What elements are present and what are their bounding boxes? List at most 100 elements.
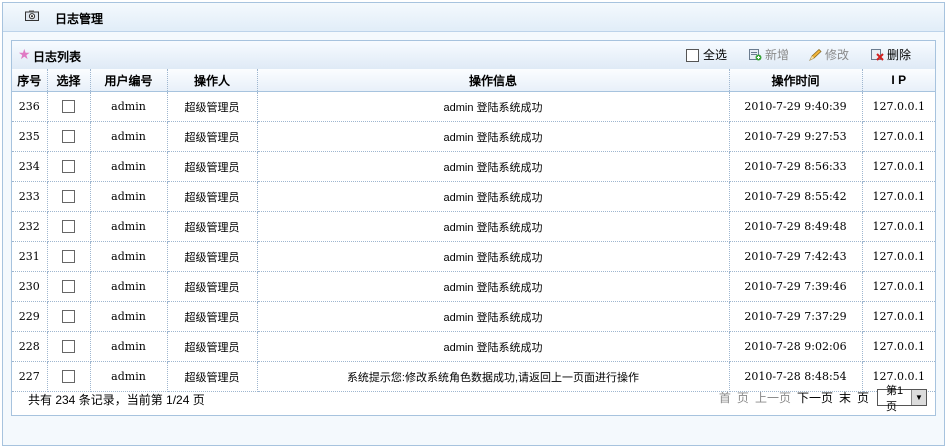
cell-id: 233: [12, 181, 48, 212]
cell-ip: 127.0.0.1: [862, 301, 935, 332]
panel-header: ★ 日志列表 全选 新增 修改 删除: [12, 41, 935, 70]
cell-select[interactable]: [47, 121, 91, 152]
cell-select[interactable]: [47, 241, 91, 272]
add-icon: [749, 49, 762, 61]
chevron-down-icon[interactable]: ▼: [911, 390, 926, 405]
cell-ip: 127.0.0.1: [862, 331, 935, 362]
panel-title: 日志列表: [33, 50, 82, 64]
pager: 首 页 上一页 下一页 末 页 第1页 ▼: [713, 385, 927, 413]
column-header-info[interactable]: 操作信息: [257, 69, 730, 92]
cell-select[interactable]: [47, 271, 91, 302]
cell-user: admin: [90, 151, 168, 182]
row-checkbox[interactable]: [62, 250, 75, 264]
cell-select[interactable]: [47, 211, 91, 242]
add-button[interactable]: 新增: [749, 47, 789, 63]
edit-button[interactable]: 修改: [809, 47, 849, 63]
cell-info: admin 登陆系统成功: [257, 151, 730, 182]
first-page-link[interactable]: 首: [719, 389, 731, 406]
cell-info: admin 登陆系统成功: [257, 271, 730, 302]
page-select[interactable]: 第1页 ▼: [877, 385, 927, 413]
pencil-icon: [809, 49, 822, 61]
cell-ip: 127.0.0.1: [862, 241, 935, 272]
cell-time: 2010-7-29 7:42:43: [729, 241, 863, 272]
page-select-value: 第1页: [886, 384, 904, 413]
cell-time: 2010-7-29 7:37:29: [729, 301, 863, 332]
next-page-link[interactable]: 下一页: [797, 389, 833, 406]
prev-page-link[interactable]: 上一页: [755, 389, 791, 406]
cell-id: 228: [12, 331, 48, 362]
last-page-link[interactable]: 末: [839, 389, 851, 406]
cell-user: admin: [90, 211, 168, 242]
cell-info: admin 登陆系统成功: [257, 121, 730, 152]
log-management-window: 日志管理 ★ 日志列表 全选 新增 修改 删除 序号 选择 用户编号 操作人 操…: [2, 2, 945, 446]
row-checkbox[interactable]: [62, 130, 75, 144]
cell-time: 2010-7-29 8:56:33: [729, 151, 863, 182]
table-row[interactable]: 232 admin 超级管理员 admin 登陆系统成功 2010-7-29 8…: [12, 211, 935, 242]
cell-select[interactable]: [47, 151, 91, 182]
cell-operator: 超级管理员: [167, 181, 258, 212]
cell-user: admin: [90, 241, 168, 272]
log-list-panel: ★ 日志列表 全选 新增 修改 删除 序号 选择 用户编号 操作人 操作信息 操…: [11, 40, 936, 416]
cell-operator: 超级管理员: [167, 151, 258, 182]
cell-time: 2010-7-29 7:39:46: [729, 271, 863, 302]
cell-user: admin: [90, 91, 168, 122]
cell-id: 230: [12, 271, 48, 302]
cell-user: admin: [90, 271, 168, 302]
page-title: 日志管理: [55, 12, 104, 26]
cell-select[interactable]: [47, 181, 91, 212]
cell-select[interactable]: [47, 91, 91, 122]
cell-time: 2010-7-28 9:02:06: [729, 331, 863, 362]
cell-ip: 127.0.0.1: [862, 181, 935, 212]
select-all-control[interactable]: 全选: [686, 47, 727, 63]
cell-id: 235: [12, 121, 48, 152]
table-row[interactable]: 236 admin 超级管理员 admin 登陆系统成功 2010-7-29 9…: [12, 91, 935, 122]
cell-select[interactable]: [47, 331, 91, 362]
last-page-suffix: 页: [856, 391, 869, 405]
column-header-user-id[interactable]: 用户编号: [90, 69, 168, 92]
column-header-operator[interactable]: 操作人: [167, 69, 258, 92]
cell-operator: 超级管理员: [167, 271, 258, 302]
delete-icon: [871, 49, 884, 61]
table-row[interactable]: 235 admin 超级管理员 admin 登陆系统成功 2010-7-29 9…: [12, 121, 935, 152]
cell-id: 231: [12, 241, 48, 272]
row-checkbox[interactable]: [62, 160, 75, 174]
table-row[interactable]: 230 admin 超级管理员 admin 登陆系统成功 2010-7-29 7…: [12, 271, 935, 302]
table-row[interactable]: 228 admin 超级管理员 admin 登陆系统成功 2010-7-28 9…: [12, 331, 935, 362]
table-row[interactable]: 234 admin 超级管理员 admin 登陆系统成功 2010-7-29 8…: [12, 151, 935, 182]
cell-operator: 超级管理员: [167, 211, 258, 242]
table-row[interactable]: 233 admin 超级管理员 admin 登陆系统成功 2010-7-29 8…: [12, 181, 935, 212]
cell-id: 232: [12, 211, 48, 242]
row-checkbox[interactable]: [62, 100, 75, 114]
row-checkbox[interactable]: [62, 340, 75, 354]
select-all-checkbox[interactable]: [686, 48, 699, 62]
edit-label: 修改: [825, 48, 850, 62]
cell-select[interactable]: [47, 301, 91, 332]
cell-time: 2010-7-29 9:27:53: [729, 121, 863, 152]
table-row[interactable]: 231 admin 超级管理员 admin 登陆系统成功 2010-7-29 7…: [12, 241, 935, 272]
column-header-select[interactable]: 选择: [47, 69, 91, 92]
row-checkbox[interactable]: [62, 190, 75, 204]
cell-info: admin 登陆系统成功: [257, 331, 730, 362]
camera-icon: [25, 10, 39, 21]
cell-info: admin 登陆系统成功: [257, 211, 730, 242]
column-header-id[interactable]: 序号: [12, 69, 48, 92]
cell-info: admin 登陆系统成功: [257, 181, 730, 212]
cell-operator: 超级管理员: [167, 121, 258, 152]
column-header-time[interactable]: 操作时间: [729, 69, 863, 92]
cell-ip: 127.0.0.1: [862, 151, 935, 182]
cell-time: 2010-7-29 8:49:48: [729, 211, 863, 242]
pagination-footer: 共有 234 条记录，当前第 1/24 页 首 页 上一页 下一页 末 页 第1…: [12, 379, 935, 415]
row-checkbox[interactable]: [62, 280, 75, 294]
cell-id: 236: [12, 91, 48, 122]
cell-user: admin: [90, 181, 168, 212]
column-header-ip[interactable]: I P: [862, 69, 935, 92]
cell-info: admin 登陆系统成功: [257, 241, 730, 272]
row-checkbox[interactable]: [62, 220, 75, 234]
add-label: 新增: [765, 48, 790, 62]
row-checkbox[interactable]: [62, 310, 75, 324]
delete-button[interactable]: 删除: [871, 47, 911, 63]
cell-operator: 超级管理员: [167, 301, 258, 332]
select-all-label: 全选: [703, 48, 728, 62]
table-row[interactable]: 229 admin 超级管理员 admin 登陆系统成功 2010-7-29 7…: [12, 301, 935, 332]
title-bar: 日志管理: [3, 3, 944, 32]
